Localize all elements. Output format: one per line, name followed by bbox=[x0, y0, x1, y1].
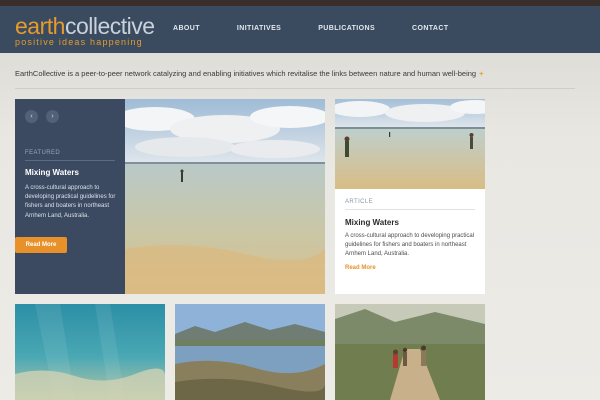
main-nav: ABOUT INITIATIVES PUBLICATIONS CONTACT bbox=[173, 25, 486, 32]
nav-about[interactable]: ABOUT bbox=[173, 25, 200, 32]
article-divider bbox=[345, 209, 475, 210]
featured-label: FEATURED bbox=[25, 150, 61, 156]
article-beach-photo[interactable] bbox=[335, 99, 485, 189]
nav-contact[interactable]: CONTACT bbox=[412, 25, 449, 32]
site-header: earthcollective positive ideas happening… bbox=[0, 6, 600, 53]
site-logo[interactable]: earthcollective positive ideas happening bbox=[15, 13, 155, 48]
intro-statement: EarthCollective is a peer-to-peer networ… bbox=[15, 69, 585, 78]
hero-beach-photo[interactable] bbox=[125, 99, 325, 294]
underwater-sand-photo[interactable] bbox=[15, 304, 165, 400]
featured-title[interactable]: Mixing Waters bbox=[25, 168, 79, 177]
logo-tagline: positive ideas happening bbox=[15, 37, 143, 47]
intro-text: EarthCollective is a peer-to-peer networ… bbox=[15, 69, 477, 78]
nav-publications[interactable]: PUBLICATIONS bbox=[318, 25, 375, 32]
article-label: ARTICLE bbox=[345, 199, 374, 205]
intro-divider bbox=[15, 88, 575, 89]
article-description: A cross-cultural approach to developing … bbox=[345, 233, 475, 258]
featured-divider bbox=[25, 160, 115, 161]
logo-collective: collective bbox=[64, 13, 155, 39]
nav-initiatives[interactable]: INITIATIVES bbox=[237, 25, 281, 32]
slider-next-button[interactable]: › bbox=[46, 110, 59, 123]
logo-wordmark: earthcollective bbox=[15, 13, 155, 39]
article-title[interactable]: Mixing Waters bbox=[345, 218, 399, 227]
intro-more-link[interactable]: + bbox=[479, 69, 483, 78]
lake-mountains-photo[interactable] bbox=[175, 304, 325, 400]
logo-earth: earth bbox=[15, 13, 65, 39]
featured-description: A cross-cultural approach to developing … bbox=[25, 185, 116, 219]
hikers-trail-photo[interactable] bbox=[335, 304, 485, 400]
featured-read-more-button[interactable]: Read More bbox=[15, 237, 67, 253]
slider-prev-button[interactable]: ‹ bbox=[25, 110, 38, 123]
article-read-more-link[interactable]: Read More bbox=[345, 265, 376, 271]
